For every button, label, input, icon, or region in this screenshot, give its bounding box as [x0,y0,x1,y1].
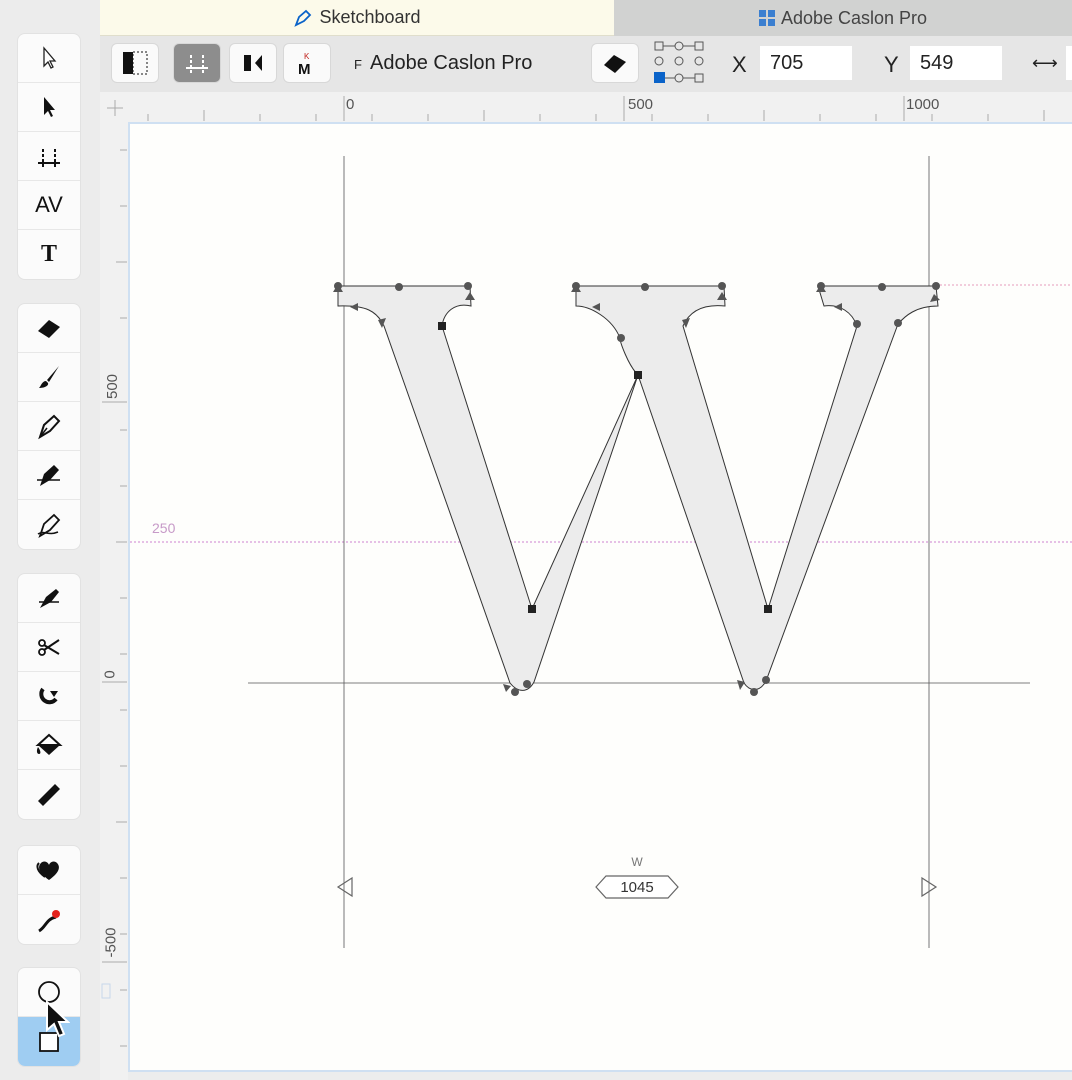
mouse-cursor-icon [46,1000,70,1038]
ruler-tool[interactable] [18,770,80,819]
tab-font[interactable]: Adobe Caslon Pro [614,0,1072,36]
magnet-tool[interactable] [18,672,80,721]
left-width-handle[interactable] [336,876,353,898]
tool-group-extras [18,846,80,944]
metrics-tool[interactable] [18,132,80,181]
pen-tool[interactable] [18,402,80,451]
hearts-icon [36,861,59,880]
pencil-pen-icon [37,513,61,538]
width-value: 1045 [620,879,653,896]
tool-panel: AV T [0,0,100,1080]
kern-pair-button[interactable]: KM [284,44,330,82]
ruler-icon [38,783,60,806]
curve-point-tool[interactable] [18,895,80,944]
sidebearing-icon [123,51,148,75]
tab-label: Adobe Caslon Pro [780,7,928,28]
knife-icon [39,589,59,608]
guide-label: 250 [152,520,176,536]
document-tabs: Sketchboard Adobe Caslon Pro [100,0,1072,36]
tab-sketchboard[interactable]: Sketchboard [100,0,614,36]
paint-bucket-tool[interactable] [18,721,80,770]
ruler-ticks-top [107,96,1045,121]
curve-point-icon [38,909,60,932]
calligraphy-pen-icon [37,465,60,486]
eraser-button[interactable] [592,44,638,82]
hearts-tool[interactable] [18,846,80,895]
width-input[interactable] [1066,46,1072,80]
calligraphy-pen-tool[interactable] [18,451,80,500]
scissors-icon [38,639,60,656]
brush-tool[interactable] [18,353,80,402]
brush-icon [39,366,59,388]
ruler-ticks-left [101,149,127,1047]
pen-icon [38,414,61,440]
x-coordinate-input[interactable] [760,46,852,80]
tool-group-editing [18,574,80,819]
tool-group-selection: AV T [18,34,80,279]
metrics-icon [38,149,60,167]
eraser-tool[interactable] [18,304,80,353]
select-arrow-tool[interactable] [18,83,80,132]
text-tool[interactable]: T [18,230,80,279]
y-label: Y [884,52,899,77]
pencil-pen-tool[interactable] [18,500,80,549]
svg-text:K: K [304,52,310,61]
grid-icon [758,10,775,26]
glyph-w-outline[interactable] [337,285,939,691]
text-tool-icon: T [40,241,57,267]
select-arrow-icon [44,97,55,117]
kerning-tool[interactable]: AV [18,181,80,230]
width-caption: W [631,855,643,869]
pen-icon [293,8,313,28]
left-sidebearing-button[interactable] [112,44,158,82]
kern-view-button[interactable] [230,44,276,82]
control-bar: KM F Adobe Caslon Pro X Y ⟷ [100,36,1072,92]
paint-bucket-icon [35,733,63,755]
tool-group-drawing [18,304,80,549]
select-arrow-outline-tool[interactable] [18,34,80,83]
font-name[interactable]: Adobe Caslon Pro [370,52,532,75]
scissors-tool[interactable] [18,623,80,672]
magnet-icon [39,687,58,705]
width-arrow-icon: ⟷ [1032,53,1058,73]
eraser-icon [604,55,626,73]
metrics-view-button[interactable] [174,44,220,82]
kerning-icon: AV [35,192,63,217]
font-prefix: F [354,57,362,72]
kern-pair-icon: KM [298,52,311,76]
select-arrow-outline-icon [43,46,57,69]
kern-icon [244,55,262,71]
glyph-editor-overlay: 250 W 1045 [101,96,1072,1047]
svg-text:M: M [298,61,311,76]
reference-point-grid-icon[interactable] [654,40,704,88]
x-label: X [732,52,747,77]
knife-tool[interactable] [18,574,80,623]
y-coordinate-input[interactable] [910,46,1002,80]
eraser-icon [38,320,60,338]
metrics-icon [186,55,208,73]
tab-label: Sketchboard [319,7,421,27]
